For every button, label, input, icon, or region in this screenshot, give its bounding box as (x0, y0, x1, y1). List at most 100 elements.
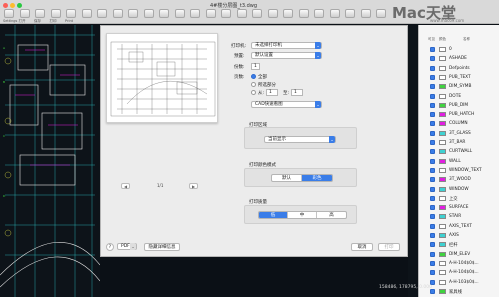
layer-row[interactable]: ASHADE (419, 55, 499, 63)
layer-row[interactable]: 0 (419, 46, 499, 54)
layer-visible-checkbox[interactable] (430, 47, 435, 52)
layer-visible-checkbox[interactable] (430, 93, 435, 99)
toolbar-button[interactable] (128, 9, 138, 18)
layer-color-swatch[interactable] (439, 149, 446, 155)
layer-visible-checkbox[interactable] (430, 102, 435, 108)
layer-row[interactable]: WALL (419, 158, 499, 166)
layer-row[interactable]: STAIR (419, 213, 499, 221)
layer-color-swatch[interactable] (439, 130, 446, 136)
layer-color-swatch[interactable] (439, 223, 446, 229)
layer-row[interactable]: DOTE (419, 93, 499, 101)
zoom-window-button[interactable] (17, 3, 22, 8)
copies-input[interactable]: 1 (251, 63, 260, 70)
layer-row[interactable]: Defpoints (419, 65, 499, 73)
layer-visible-checkbox[interactable] (430, 121, 435, 127)
layer-row[interactable]: 3T_GLASS (419, 130, 499, 138)
toolbar-button[interactable] (35, 9, 45, 18)
toolbar-button[interactable] (252, 9, 262, 18)
layer-visible-checkbox[interactable] (430, 140, 435, 145)
layer-color-swatch[interactable] (439, 177, 446, 183)
toolbar-button[interactable] (19, 9, 30, 18)
toolbar-button[interactable] (159, 9, 169, 18)
layer-color-swatch[interactable] (439, 112, 446, 118)
pages-from-input[interactable]: 1 (266, 89, 278, 96)
toolbar-button[interactable] (50, 9, 61, 18)
section-select[interactable]: CAD快速看图 ⌄ (251, 101, 322, 108)
layer-color-swatch[interactable] (439, 158, 446, 164)
quality-option-high[interactable]: 高 (317, 212, 346, 218)
toolbar-button[interactable] (283, 9, 293, 18)
layer-color-swatch[interactable] (439, 242, 446, 248)
toolbar-button[interactable] (329, 9, 340, 18)
layer-visible-checkbox[interactable] (430, 177, 435, 183)
toolbar-button[interactable] (314, 9, 324, 18)
layer-row[interactable]: SURFACE (419, 204, 499, 212)
layer-row[interactable]: 上交 (419, 195, 499, 203)
layer-row[interactable]: DIM_SYMB (419, 83, 499, 91)
toolbar-button[interactable] (143, 9, 154, 18)
toolbar-button[interactable] (298, 9, 309, 18)
layer-color-swatch[interactable] (439, 186, 446, 192)
layer-visible-checkbox[interactable] (430, 158, 435, 164)
layer-color-swatch[interactable] (439, 279, 446, 285)
pdf-menu-button[interactable]: PDF ⌄ (117, 243, 137, 250)
layer-color-swatch[interactable] (439, 84, 446, 90)
layer-visible-checkbox[interactable] (430, 186, 435, 192)
layer-visible-checkbox[interactable] (430, 56, 435, 62)
next-page-button[interactable]: ▶ (189, 183, 198, 189)
layer-row[interactable]: 3T_BAR (419, 139, 499, 147)
close-window-button[interactable] (3, 3, 8, 8)
layer-row[interactable]: A-H-104$0$... (419, 269, 499, 277)
toolbar-button[interactable] (360, 9, 371, 18)
layer-color-swatch[interactable] (439, 47, 446, 52)
layer-visible-checkbox[interactable] (430, 167, 435, 173)
color-option-color[interactable]: 彩色 (302, 175, 332, 181)
layer-visible-checkbox[interactable] (430, 251, 435, 257)
hide-details-button[interactable]: 隐藏详细信息 (144, 243, 180, 251)
toolbar-button[interactable] (345, 9, 355, 18)
preset-select[interactable]: 默认设置 ⌄ (251, 52, 322, 59)
layer-row[interactable]: 栏杆 (419, 241, 499, 249)
toolbar-button[interactable] (81, 9, 92, 18)
layer-row[interactable]: WINDOW (419, 186, 499, 194)
toolbar-button[interactable] (97, 9, 107, 18)
toolbar-button[interactable] (205, 9, 216, 18)
layer-visible-checkbox[interactable] (430, 260, 435, 266)
layer-visible-checkbox[interactable] (430, 214, 435, 220)
layer-row[interactable]: COLUMN (419, 120, 499, 128)
print-button[interactable]: 打印 (378, 243, 400, 251)
layer-row[interactable]: PUB_HATCH (419, 111, 499, 119)
quality-option-medium[interactable]: 中 (288, 212, 317, 218)
layer-color-swatch[interactable] (439, 65, 446, 71)
layer-visible-checkbox[interactable] (430, 149, 435, 155)
layer-visible-checkbox[interactable] (430, 242, 435, 248)
layer-row[interactable]: CURTWALL (419, 148, 499, 156)
help-button[interactable]: ? (106, 243, 114, 251)
toolbar-button[interactable] (174, 9, 185, 18)
layer-color-swatch[interactable] (439, 205, 446, 211)
quality-option-low[interactable]: 低 (259, 212, 288, 218)
layer-color-swatch[interactable] (439, 251, 446, 257)
toolbar-button[interactable] (190, 9, 200, 18)
layer-row[interactable]: A-H-104$0$... (419, 260, 499, 268)
layer-visible-checkbox[interactable] (430, 223, 435, 229)
layer-visible-checkbox[interactable] (430, 74, 435, 80)
layer-row[interactable]: PUB_DIM (419, 102, 499, 110)
layer-color-swatch[interactable] (439, 214, 446, 220)
layer-color-swatch[interactable] (439, 288, 446, 294)
toolbar-button[interactable] (236, 9, 247, 18)
layer-color-swatch[interactable] (439, 74, 446, 80)
color-option-default[interactable]: 默认 (272, 175, 302, 181)
layer-row[interactable]: WINDOW_TEXT (419, 167, 499, 175)
pages-to-input[interactable]: 1 (291, 89, 303, 96)
prev-page-button[interactable]: ◀ (121, 183, 130, 189)
cancel-button[interactable]: 取消 (351, 243, 373, 251)
layer-row[interactable]: 3T_WOOD (419, 176, 499, 184)
layer-color-swatch[interactable] (439, 140, 446, 145)
layer-color-swatch[interactable] (439, 260, 446, 266)
layer-visible-checkbox[interactable] (430, 84, 435, 90)
layer-color-swatch[interactable] (439, 93, 446, 99)
layer-visible-checkbox[interactable] (430, 195, 435, 201)
layer-color-swatch[interactable] (439, 270, 446, 276)
printer-select[interactable]: 未选择打印机 ⌄ (251, 42, 322, 49)
